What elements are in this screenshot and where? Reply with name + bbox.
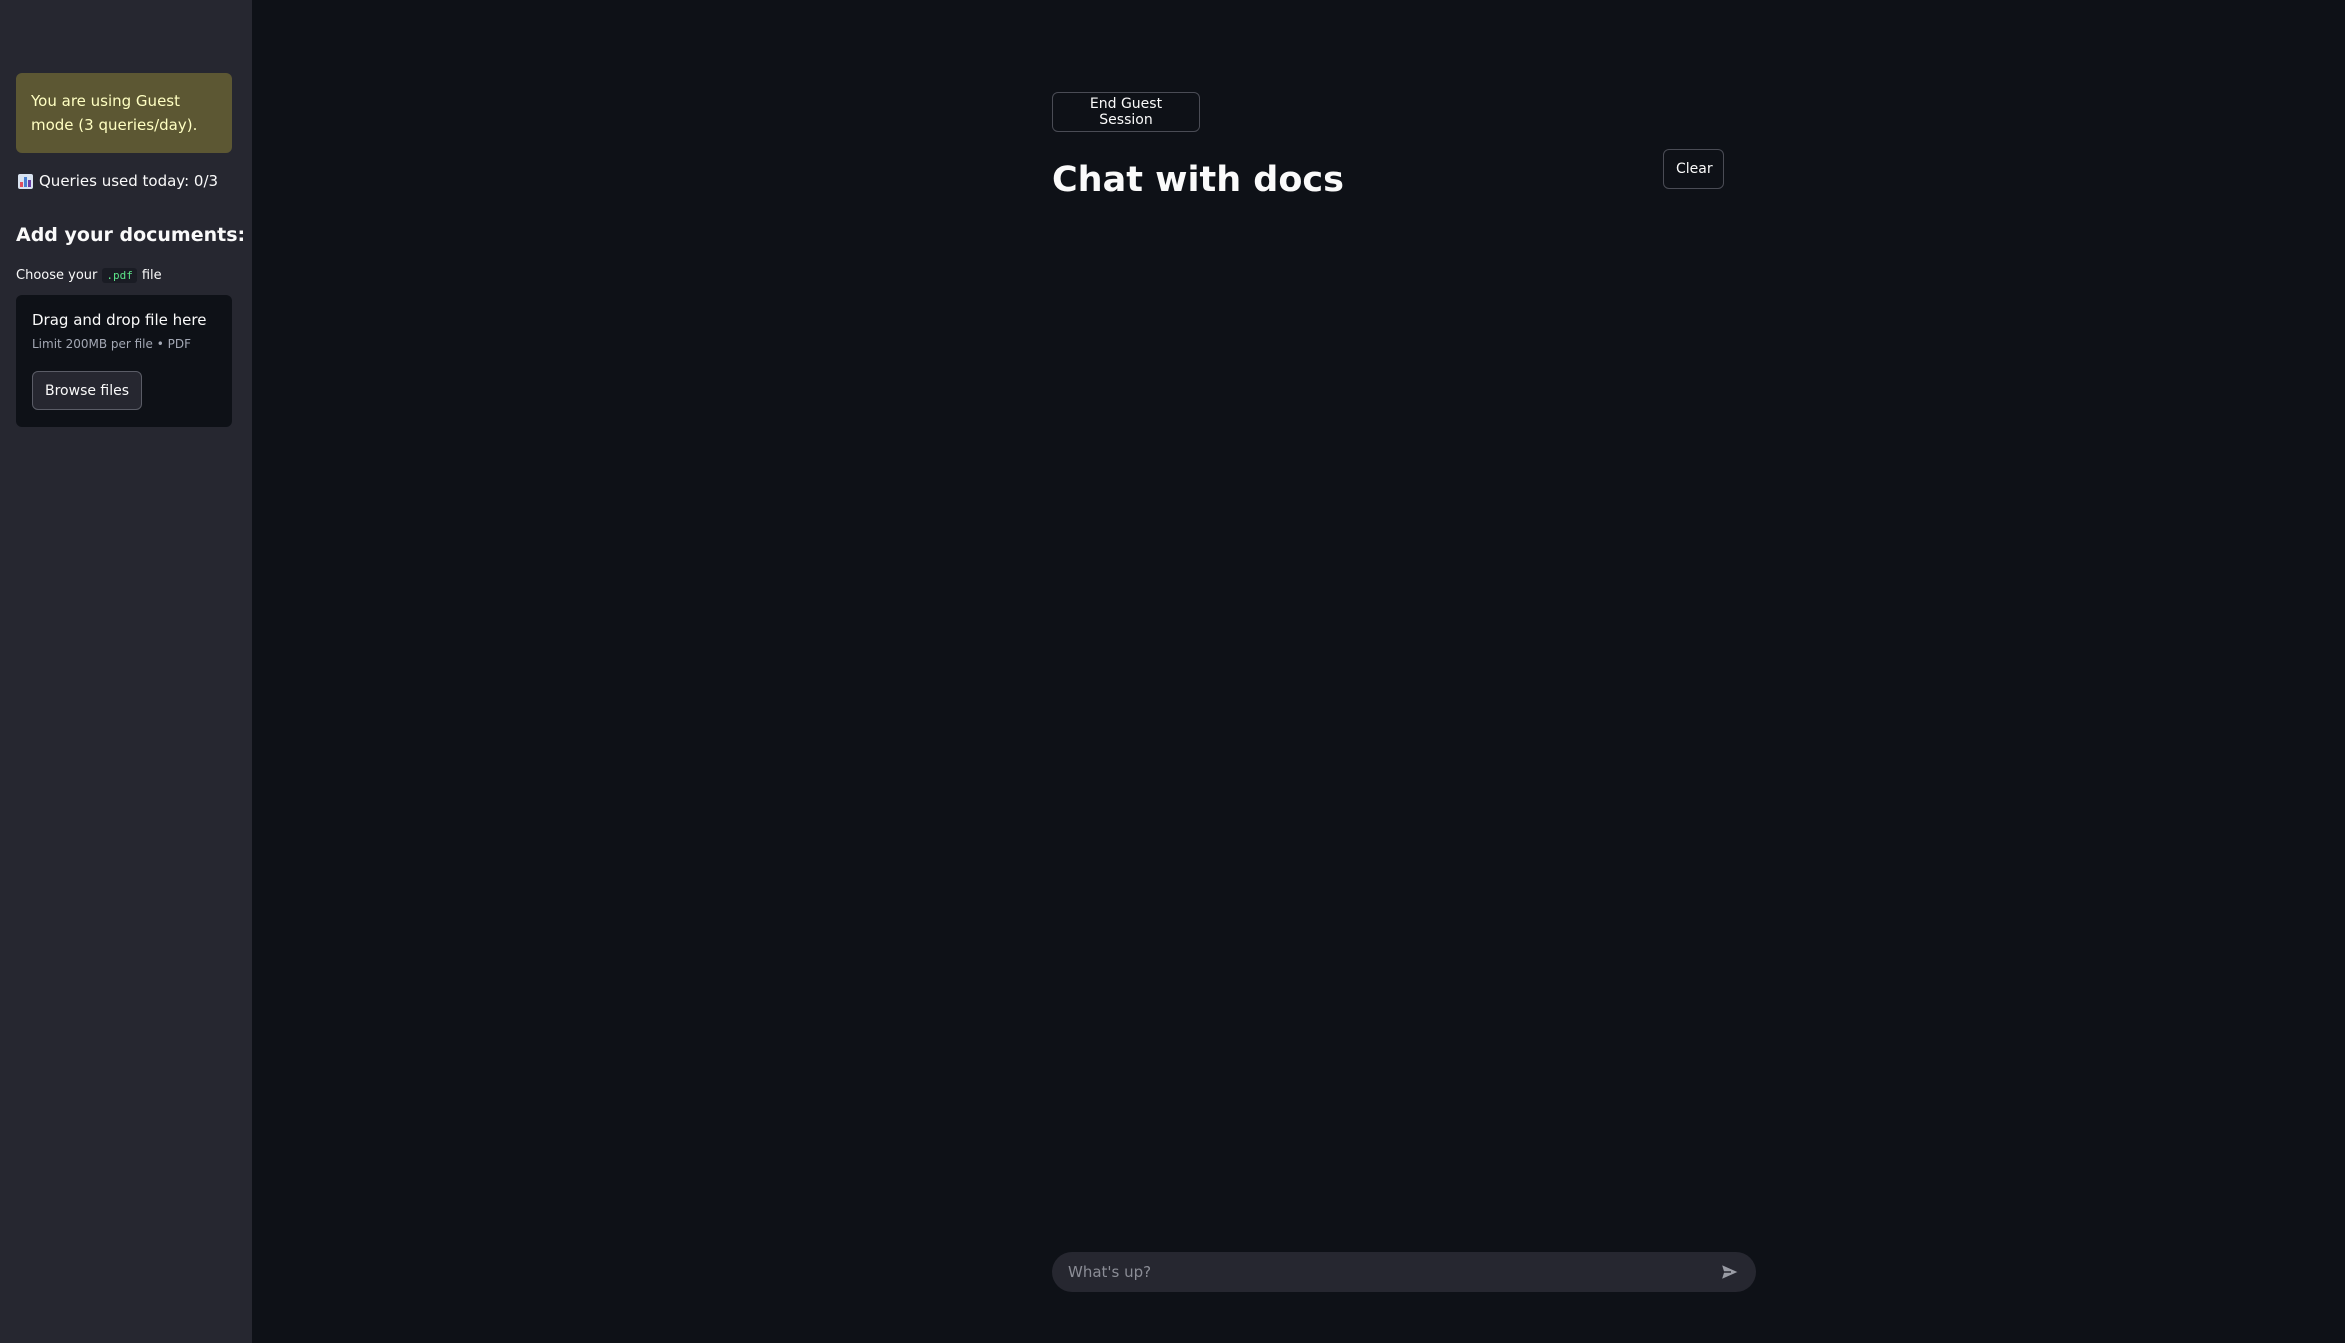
add-documents-heading: Add your documents: — [16, 224, 246, 246]
dropzone-limit: Limit 200MB per file • PDF — [32, 337, 191, 351]
end-guest-session-button[interactable]: End Guest Session — [1052, 92, 1200, 132]
chat-input[interactable] — [1052, 1252, 1710, 1292]
file-uploader-label: Choose your .pdf file — [16, 268, 162, 283]
send-icon[interactable] — [1710, 1252, 1750, 1292]
browse-files-button[interactable]: Browse files — [32, 371, 143, 410]
chat-input-bar — [1052, 1252, 1756, 1292]
page-title: Chat with docs — [1052, 160, 1344, 200]
sidebar: You are using Guest mode (3 queries/day)… — [0, 0, 252, 1343]
file-dropzone[interactable]: Drag and drop file here Limit 200MB per … — [16, 295, 232, 427]
queries-used-status: Queries used today: 0/3 — [18, 170, 218, 192]
choose-suffix: file — [141, 268, 162, 283]
bar-chart-icon — [18, 173, 33, 189]
file-extension-code: .pdf — [102, 268, 137, 283]
clear-button[interactable]: Clear — [1663, 149, 1724, 189]
dropzone-title: Drag and drop file here — [32, 311, 207, 329]
queries-used-text: Queries used today: 0/3 — [39, 172, 219, 190]
guest-mode-alert: You are using Guest mode (3 queries/day)… — [16, 73, 232, 153]
choose-prefix: Choose your — [16, 268, 98, 283]
